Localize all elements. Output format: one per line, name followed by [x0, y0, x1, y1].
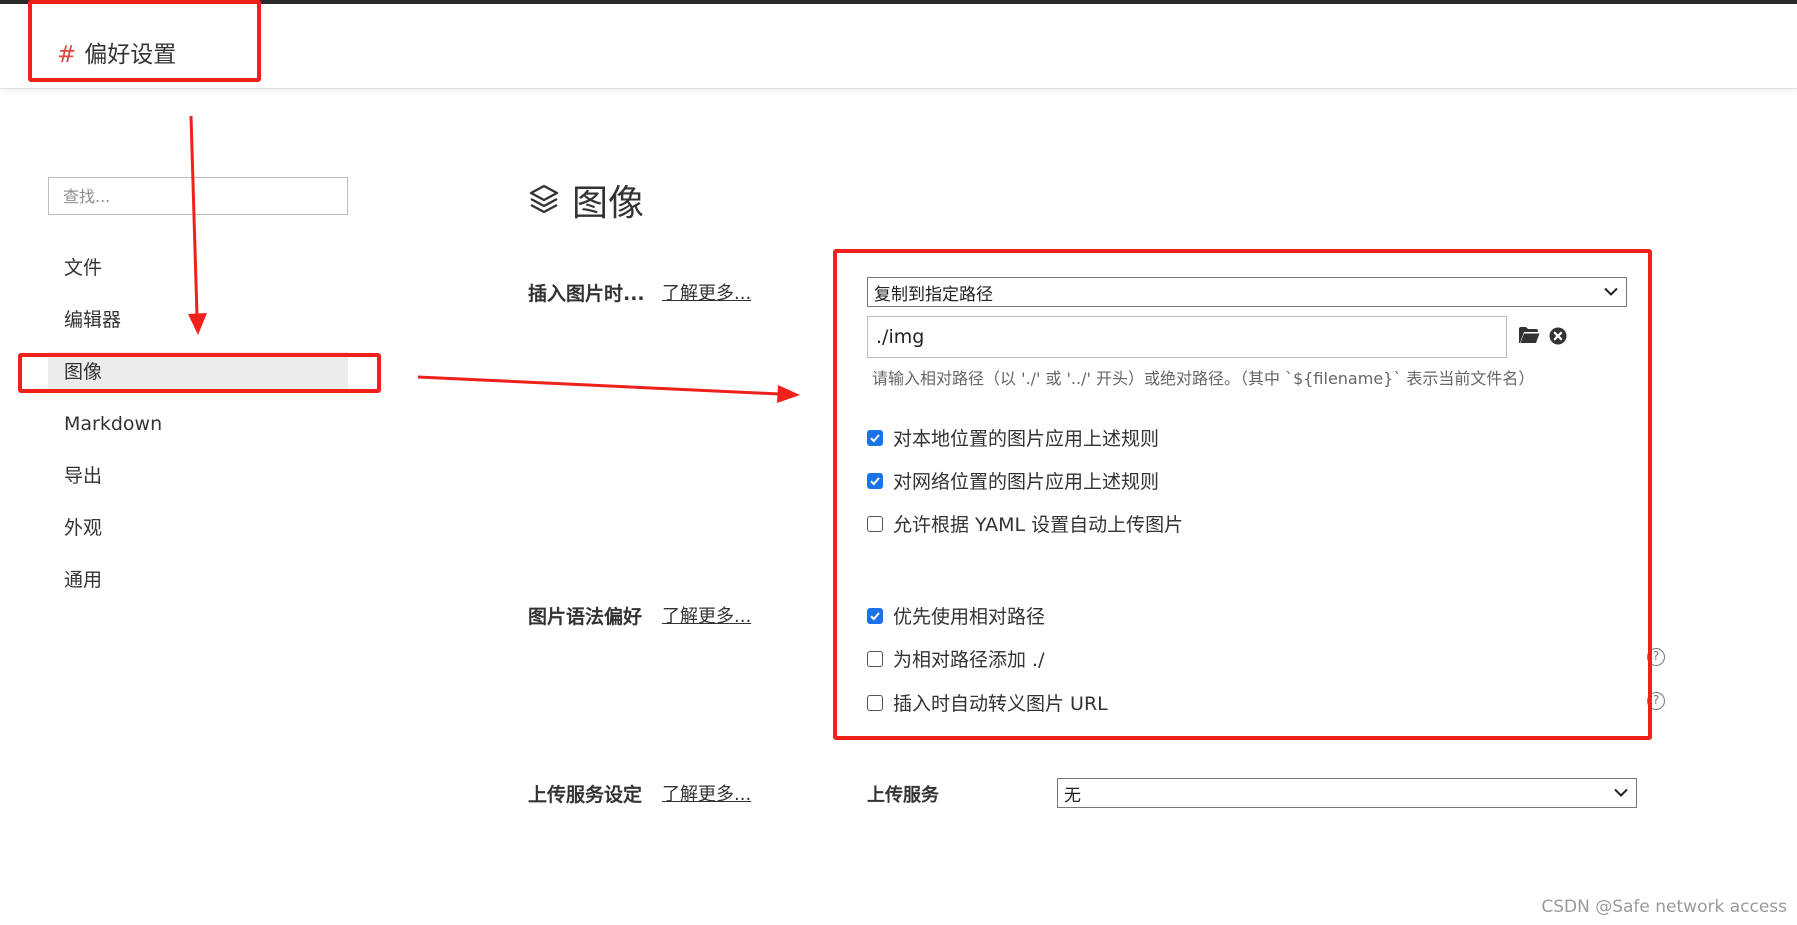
annotation-arrow-down — [189, 115, 199, 317]
annotation-arrow-head — [188, 313, 207, 335]
watermark-text: CSDN @Safe network access — [1541, 897, 1787, 917]
annotation-arrow-head — [777, 385, 800, 403]
annotation-arrow-right — [417, 375, 781, 396]
annotation-arrows — [188, 115, 800, 403]
